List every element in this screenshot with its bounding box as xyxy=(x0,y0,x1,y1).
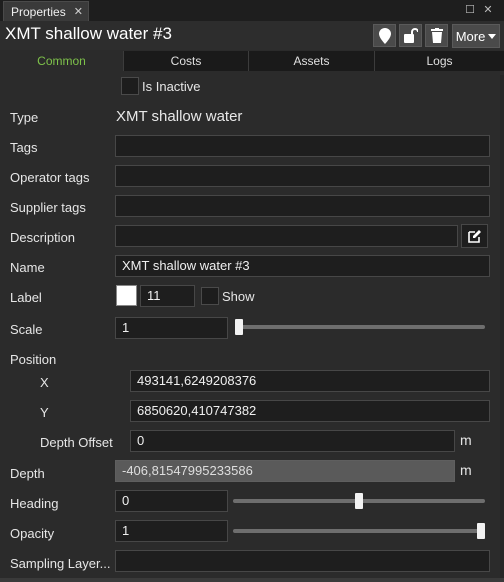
scale-slider-track[interactable] xyxy=(235,325,485,329)
chevron-down-icon xyxy=(488,33,497,39)
is-inactive-label: Is Inactive xyxy=(142,79,201,94)
name-label: Name xyxy=(10,260,45,275)
depth-offset-input[interactable]: 0 xyxy=(130,430,455,452)
heading-input[interactable]: 0 xyxy=(115,490,228,512)
position-y-label: Y xyxy=(40,405,49,420)
tab-costs[interactable]: Costs xyxy=(124,51,249,71)
properties-tab-label: Properties xyxy=(11,4,66,19)
unlock-icon xyxy=(403,28,418,43)
name-input[interactable]: XMT shallow water #3 xyxy=(115,255,490,277)
edit-description-button[interactable] xyxy=(461,224,488,248)
position-x-label: X xyxy=(40,375,49,390)
show-label-text: Show xyxy=(222,289,255,304)
map-pin-icon xyxy=(378,27,391,44)
restore-window-icon[interactable]: ☐ xyxy=(464,4,476,16)
position-x-input[interactable]: 493141,6249208376 xyxy=(130,370,490,392)
scale-slider-thumb[interactable] xyxy=(235,319,243,335)
heading-slider-thumb[interactable] xyxy=(355,493,363,509)
close-window-icon[interactable]: ✕ xyxy=(482,4,494,16)
more-button[interactable]: More xyxy=(452,24,500,48)
sampling-layer-input[interactable] xyxy=(115,550,490,572)
description-input[interactable] xyxy=(115,225,458,247)
content-tabs: Common Costs Assets Logs xyxy=(0,51,504,71)
type-label: Type xyxy=(10,110,39,125)
opacity-label: Opacity xyxy=(10,526,55,541)
heading-label: Heading xyxy=(10,496,59,511)
tab-logs[interactable]: Logs xyxy=(375,51,504,71)
properties-window-tab[interactable]: Properties ✕ xyxy=(3,1,89,21)
position-label: Position xyxy=(10,352,57,367)
label-color-swatch[interactable] xyxy=(116,285,137,306)
label-label: Label xyxy=(10,290,42,305)
supplier-tags-input[interactable] xyxy=(115,195,490,217)
depth-offset-unit: m xyxy=(460,432,472,448)
supplier-tags-label: Supplier tags xyxy=(10,200,86,215)
depth-input: -406,81547995233586 xyxy=(115,460,455,482)
tab-assets[interactable]: Assets xyxy=(249,51,375,71)
show-label-checkbox[interactable] xyxy=(201,287,219,305)
edit-icon xyxy=(468,229,481,243)
tab-common[interactable]: Common xyxy=(0,51,124,71)
opacity-slider-thumb[interactable] xyxy=(477,523,485,539)
type-value: XMT shallow water xyxy=(116,108,243,125)
label-size-input[interactable]: 11 xyxy=(140,285,195,307)
trash-icon xyxy=(430,28,443,43)
depth-unit: m xyxy=(460,462,472,478)
opacity-input[interactable]: 1 xyxy=(115,520,228,542)
panel-bottom-border xyxy=(0,578,504,582)
depth-label: Depth xyxy=(10,466,45,481)
depth-offset-label: Depth Offset xyxy=(40,435,113,450)
close-tab-icon[interactable]: ✕ xyxy=(74,5,83,18)
scale-input[interactable]: 1 xyxy=(115,317,228,339)
operator-tags-label: Operator tags xyxy=(10,170,90,185)
tags-label: Tags xyxy=(10,140,38,155)
tags-input[interactable] xyxy=(115,135,490,157)
delete-button[interactable] xyxy=(425,24,448,47)
opacity-slider-track[interactable] xyxy=(233,529,485,533)
is-inactive-checkbox[interactable] xyxy=(121,77,139,95)
sampling-layer-label: Sampling Layer... xyxy=(10,556,111,571)
operator-tags-input[interactable] xyxy=(115,165,490,187)
scale-label: Scale xyxy=(10,322,43,337)
lock-button[interactable] xyxy=(399,24,422,47)
position-y-input[interactable]: 6850620,410747382 xyxy=(130,400,490,422)
panel-scrollbar[interactable] xyxy=(500,75,504,582)
more-button-label: More xyxy=(455,28,486,44)
description-label: Description xyxy=(10,230,76,245)
page-title: XMT shallow water #3 xyxy=(5,24,172,43)
locate-button[interactable] xyxy=(373,24,396,47)
